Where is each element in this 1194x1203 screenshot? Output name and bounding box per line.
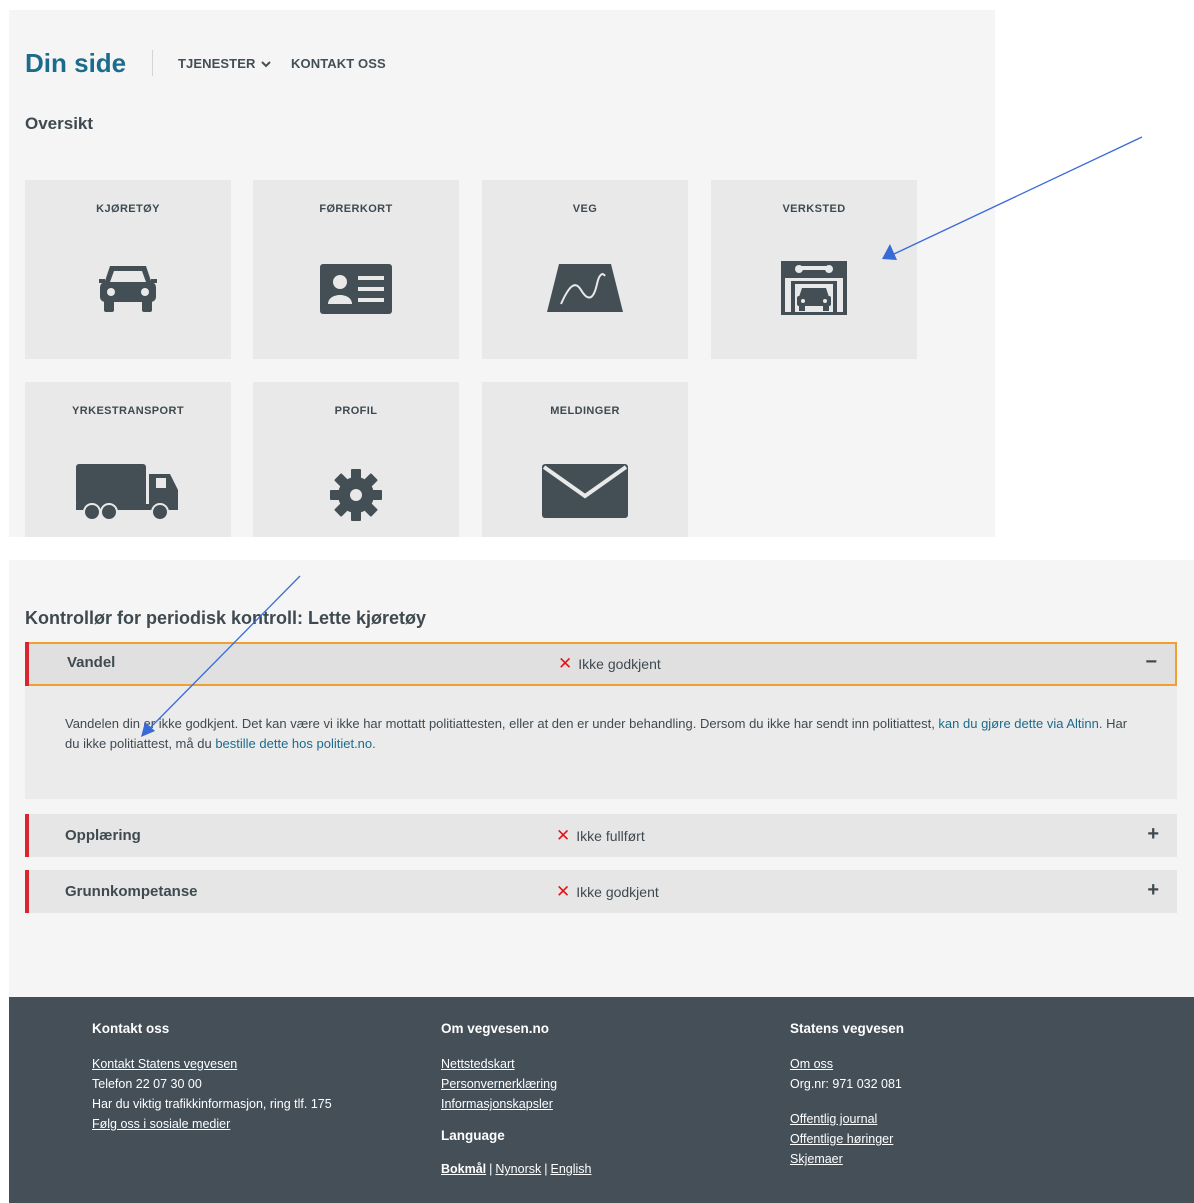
tile-forerkort[interactable]: FØRERKORT [253, 180, 459, 359]
tile-meldinger[interactable]: MELDINGER [482, 382, 688, 537]
truck-icon [25, 464, 231, 520]
status-label: Ikke godkjent [578, 656, 661, 672]
x-icon: ✕ [556, 882, 571, 901]
lang-separator: | [489, 1162, 493, 1176]
footer-heading: Kontakt oss [92, 1021, 170, 1036]
altinn-link[interactable]: kan du gjøre dette via Altinn. [938, 716, 1102, 731]
accordion-title: Grunnkompetanse [65, 883, 198, 900]
status-text: ✕ Ikke godkjent [556, 882, 659, 902]
tile-kjoretoy[interactable]: KJØRETØY [25, 180, 231, 359]
header-divider [152, 50, 153, 76]
language-switcher: Bokmål | Nynorsk | English [441, 1159, 592, 1179]
nav-kontakt-oss[interactable]: KONTAKT OSS [291, 56, 386, 71]
section-title: Kontrollør for periodisk kontroll: Lette… [25, 608, 427, 628]
status-bar [25, 642, 29, 686]
envelope-icon [482, 464, 688, 518]
contact-link[interactable]: Kontakt Statens vegvesen [92, 1054, 332, 1074]
workshop-icon [711, 261, 917, 315]
tile-label: PROFIL [334, 405, 378, 417]
status-bar [25, 870, 29, 913]
accordion-header-grunnkompetanse[interactable]: Grunnkompetanse ✕ Ikke godkjent + [25, 870, 1177, 913]
footer-about: Om vegvesen.no Nettstedskart Personverne… [441, 1021, 592, 1179]
lang-bokmal-link[interactable]: Bokmål [441, 1162, 486, 1176]
cookies-link[interactable]: Informasjonskapsler [441, 1094, 592, 1114]
sitemap-link[interactable]: Nettstedskart [441, 1054, 592, 1074]
footer-heading: Statens vegvesen [790, 1021, 905, 1036]
org-number: Org.nr: 971 032 081 [790, 1077, 902, 1091]
footer-heading: Om vegvesen.no [441, 1021, 550, 1036]
footer-contact: Kontakt oss Kontakt Statens vegvesen Tel… [92, 1021, 332, 1134]
footer-agency: Statens vegvesen Om oss Org.nr: 971 032 … [790, 1021, 904, 1169]
tile-label: VERKSTED [782, 203, 846, 215]
status-bar [25, 814, 29, 857]
tile-label: MELDINGER [550, 405, 620, 417]
brand-logo[interactable]: Din side [25, 48, 126, 79]
gear-icon [253, 468, 459, 522]
lang-nynorsk-link[interactable]: Nynorsk [495, 1162, 541, 1176]
nav-tjenester[interactable]: TJENESTER [178, 56, 272, 71]
accordion-header-vandel[interactable]: Vandel ✕ Ikke godkjent − [25, 642, 1177, 686]
expand-icon[interactable]: + [1147, 879, 1159, 902]
phone-text: Telefon 22 07 30 00 [92, 1077, 202, 1091]
lang-separator: | [544, 1162, 548, 1176]
about-us-link[interactable]: Om oss [790, 1054, 904, 1074]
status-text: ✕ Ikke fullført [556, 826, 645, 846]
tile-label: VEG [572, 203, 598, 215]
tile-veg[interactable]: VEG [482, 180, 688, 359]
site-footer: Kontakt oss Kontakt Statens vegvesen Tel… [9, 997, 1194, 1203]
nav-tjenester-label: TJENESTER [178, 56, 256, 71]
chevron-down-icon [261, 56, 272, 71]
language-heading: Language [441, 1128, 505, 1143]
collapse-icon[interactable]: − [1145, 651, 1157, 674]
id-card-icon [253, 264, 459, 314]
x-icon: ✕ [556, 826, 571, 845]
tile-label: YRKESTRANSPORT [72, 405, 184, 417]
vandel-text-1: Vandelen din er ikke godkjent. Det kan v… [65, 716, 939, 731]
status-label: Ikke fullført [576, 828, 645, 844]
forms-link[interactable]: Skjemaer [790, 1149, 904, 1169]
top-panel: Din side TJENESTER KONTAKT OSS Oversikt … [9, 10, 995, 537]
tile-yrkestransport[interactable]: YRKESTRANSPORT [25, 382, 231, 537]
qualification-panel: Kontrollør for periodisk kontroll: Lette… [9, 560, 1194, 997]
politiet-link[interactable]: bestille dette hos politiet.no. [215, 736, 375, 751]
page-title: Oversikt [25, 114, 94, 133]
tile-verksted[interactable]: VERKSTED [711, 180, 917, 359]
car-icon [25, 262, 231, 314]
status-text: ✕ Ikke godkjent [558, 654, 661, 674]
traffic-info-text: Har du viktig trafikkinformasjon, ring t… [92, 1097, 332, 1111]
accordion-title: Opplæring [65, 827, 141, 844]
site-header: Din side TJENESTER KONTAKT OSS Oversikt [9, 10, 995, 133]
status-label: Ikke godkjent [576, 884, 659, 900]
road-icon [482, 264, 688, 312]
public-hearings-link[interactable]: Offentlige høringer [790, 1129, 904, 1149]
lang-english-link[interactable]: English [551, 1162, 592, 1176]
tile-profil[interactable]: PROFIL [253, 382, 459, 537]
tile-label: FØRERKORT [319, 203, 393, 215]
accordion-body-vandel: Vandelen din er ikke godkjent. Det kan v… [25, 686, 1177, 799]
accordion-header-opplaering[interactable]: Opplæring ✕ Ikke fullført + [25, 814, 1177, 857]
x-icon: ✕ [558, 654, 573, 673]
privacy-link[interactable]: Personvernerklæring [441, 1074, 592, 1094]
accordion-title: Vandel [67, 654, 116, 671]
social-media-link[interactable]: Følg oss i sosiale medier [92, 1114, 332, 1134]
public-journal-link[interactable]: Offentlig journal [790, 1109, 904, 1129]
tile-label: KJØRETØY [96, 203, 160, 215]
expand-icon[interactable]: + [1147, 823, 1159, 846]
